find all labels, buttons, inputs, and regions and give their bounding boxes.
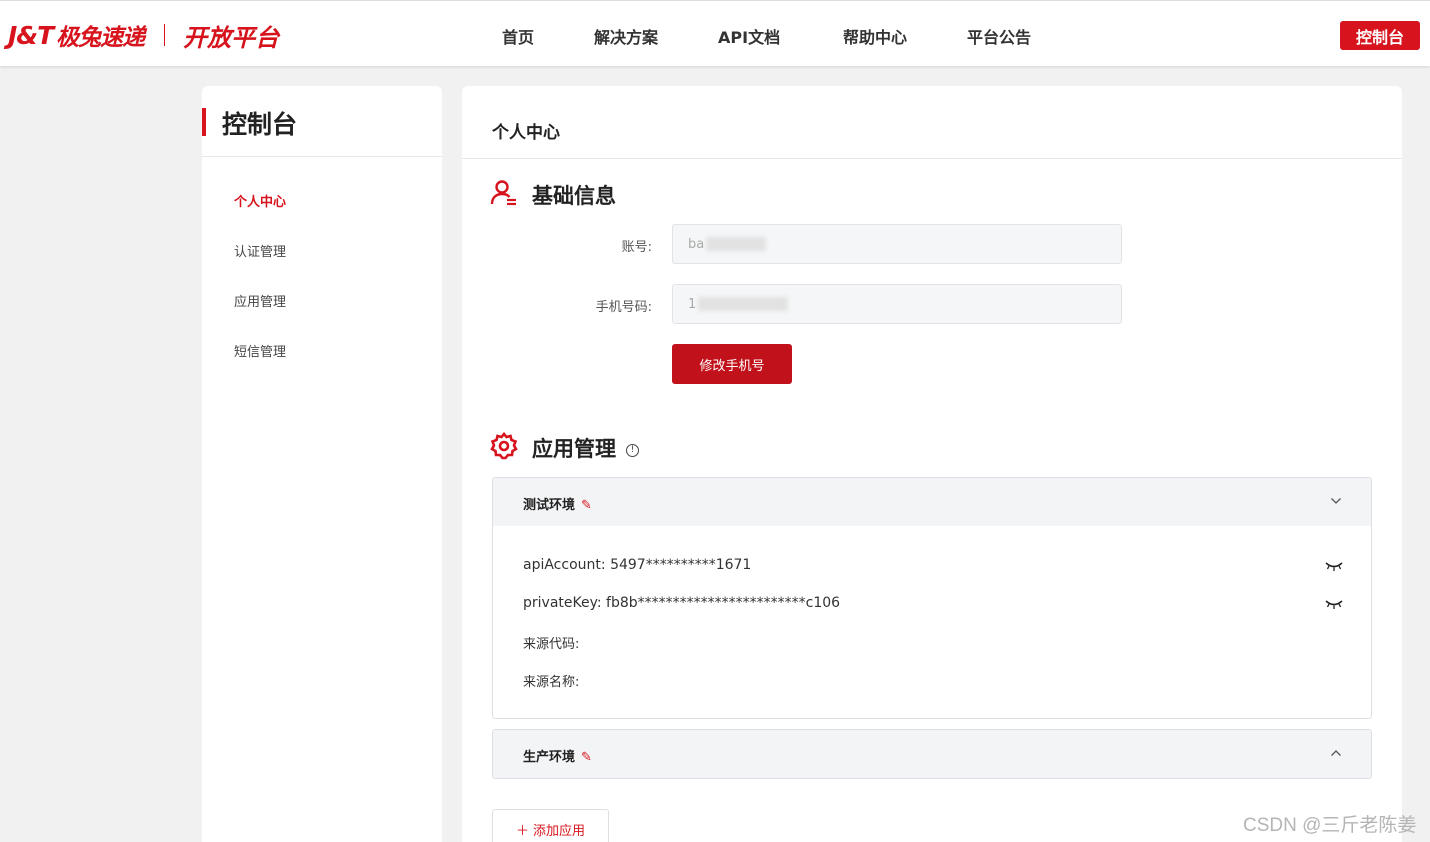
edit-icon[interactable]: ✎ <box>581 750 592 765</box>
phone-label: 手机号码: <box>595 300 652 315</box>
watermark: CSDN @三斤老陈姜 <box>1243 815 1417 836</box>
eye-closed-icon[interactable] <box>1325 560 1343 572</box>
nav-home[interactable]: 首页 <box>502 24 534 48</box>
page-title: 个人中心 <box>492 123 560 143</box>
sidebar-title: 控制台 <box>222 110 298 139</box>
user-icon <box>490 180 516 206</box>
prod-env-title: 生产环境 ✎ <box>523 746 592 765</box>
app-management-title: 应用管理! <box>532 433 639 463</box>
api-account-label: apiAccount: <box>523 557 606 573</box>
account-value: ba <box>688 236 705 252</box>
source-name-label: 来源名称: <box>523 675 580 690</box>
logo-cn-text: 极兔速递 <box>56 25 145 51</box>
logo-jt-text: J&T <box>8 20 54 50</box>
nav-solutions[interactable]: 解决方案 <box>594 24 658 48</box>
test-env-panel: 测试环境 ✎ apiAccount: 5497**********1671 pri… <box>492 477 1372 719</box>
sidebar-item-app-management[interactable]: 应用管理 <box>234 291 286 310</box>
edit-icon[interactable]: ✎ <box>581 498 592 513</box>
prod-env-title-text: 生产环境 <box>523 750 576 765</box>
main-panel: 个人中心 基础信息 账号: ba 手机号码: 1 修改手机号 应用管理! 测试环… <box>462 86 1402 842</box>
change-phone-button[interactable]: 修改手机号 <box>672 344 792 384</box>
test-env-title: 测试环境 ✎ <box>523 494 592 513</box>
sidebar-item-certification[interactable]: 认证管理 <box>234 241 286 260</box>
sidebar-item-personal-center[interactable]: 个人中心 <box>234 191 286 210</box>
top-header: J&T 极兔速递 开放平台 首页 解决方案 API文档 帮助中心 平台公告 控制… <box>0 0 1430 66</box>
private-key-value: fb8b************************c106 <box>606 595 841 611</box>
logo-divider <box>164 24 166 46</box>
redacted-blur <box>698 297 789 311</box>
private-key-label: privateKey: <box>523 595 602 611</box>
brand-logo[interactable]: J&T 极兔速递 开放平台 <box>8 20 280 52</box>
main-header: 个人中心 <box>462 86 1402 159</box>
account-field: ba <box>672 224 1122 264</box>
private-key-row: privateKey: fb8b************************… <box>523 595 840 611</box>
sidebar-header: 控制台 <box>202 86 442 157</box>
sidebar: 控制台 个人中心 认证管理 应用管理 短信管理 <box>202 86 442 842</box>
prod-env-panel: 生产环境 ✎ <box>492 729 1372 779</box>
prod-env-header[interactable]: 生产环境 ✎ <box>493 730 1371 778</box>
logo-open-platform: 开放平台 <box>183 23 280 52</box>
console-button[interactable]: 控制台 <box>1340 21 1420 50</box>
chevron-down-icon[interactable] <box>1331 496 1341 506</box>
nav-help-center[interactable]: 帮助中心 <box>843 24 907 48</box>
account-label: 账号: <box>621 240 652 255</box>
test-env-header[interactable]: 测试环境 ✎ <box>493 478 1371 526</box>
redacted-blur <box>706 237 767 251</box>
api-account-value: 5497**********1671 <box>610 557 752 573</box>
source-code-label: 来源代码: <box>523 637 580 652</box>
add-app-button[interactable]: ＋ 添加应用 <box>492 809 609 842</box>
add-app-label: 添加应用 <box>533 823 586 839</box>
nav-api-docs[interactable]: API文档 <box>718 24 780 48</box>
phone-field: 1 <box>672 284 1122 324</box>
test-env-title-text: 测试环境 <box>523 498 576 513</box>
nav-announcements[interactable]: 平台公告 <box>967 24 1031 48</box>
basic-info-title: 基础信息 <box>532 184 616 208</box>
gear-icon <box>490 432 518 460</box>
eye-closed-icon[interactable] <box>1325 598 1343 610</box>
app-management-title-text: 应用管理 <box>532 437 616 461</box>
info-icon[interactable]: ! <box>626 443 639 457</box>
sidebar-accent-bar <box>202 108 206 136</box>
api-account-row: apiAccount: 5497**********1671 <box>523 557 751 573</box>
sidebar-item-sms-management[interactable]: 短信管理 <box>234 341 286 360</box>
phone-value: 1 <box>688 296 697 312</box>
plus-icon: ＋ <box>515 823 529 839</box>
chevron-up-icon[interactable] <box>1331 748 1341 758</box>
